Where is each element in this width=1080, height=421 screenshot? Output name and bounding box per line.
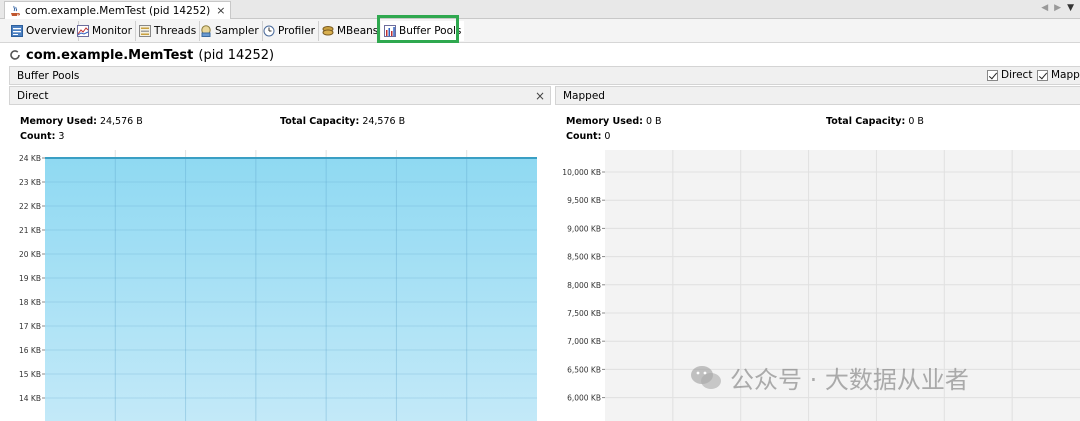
direct-panel: Direct × Memory Used: 24,576 B Total Cap… [9,86,551,421]
tab-label: MBeans [337,25,379,37]
watermark: 公众号 · 大数据从业者 [690,360,969,395]
y-tick-label: 10,000 KB [562,168,601,177]
tab-mbeans[interactable]: MBeans [319,21,383,41]
tab-profiler[interactable]: Profiler [260,21,319,41]
mapped-checkbox[interactable]: Mappe [1037,69,1080,81]
y-tick-label: 14 KB [19,394,41,403]
y-tick-label: 24 KB [19,154,41,163]
checkbox-checked-icon [987,69,998,81]
direct-checkbox[interactable]: Direct [987,69,1032,81]
checkbox-checked-icon [1037,69,1048,81]
tab-threads[interactable]: Threads [136,21,201,41]
profiler-icon [263,25,275,37]
page-title: com.example.MemTest (pid 14252) [9,46,274,64]
y-tick-label: 18 KB [19,298,41,307]
stat-label: Memory Used: [566,116,643,127]
tab-list-dropdown-icon[interactable]: ▼ [1067,3,1074,13]
mapped-panel-header: Mapped [555,86,1080,105]
stat-value: 0 [604,131,611,142]
mapped-count: Count: 0 [566,131,610,142]
y-tick-label: 9,500 KB [567,196,601,205]
document-tab-title: com.example.MemTest (pid 14252) [25,4,211,17]
document-tab[interactable]: com.example.MemTest (pid 14252) × [4,1,232,19]
refresh-icon [9,49,21,61]
y-tick-label: 8,500 KB [567,253,601,262]
mapped-memory-used: Memory Used: 0 B [566,116,662,127]
y-tick-label: 7,500 KB [567,309,601,318]
app-name: com.example.MemTest [26,47,194,63]
stat-value: 0 B [908,116,924,127]
y-tick-label: 8,000 KB [567,281,601,290]
document-tab-close-button[interactable]: × [216,4,225,17]
buffer-pools-title: Buffer Pools [17,69,80,82]
direct-chart: 24 KB 23 KB 22 KB 21 KB 20 KB 19 KB 18 KB 17 KB… [19,150,537,421]
stat-value: 0 B [645,116,662,127]
y-tick-label: 23 KB [19,178,41,187]
overview-icon [11,25,23,37]
y-tick-label: 15 KB [19,370,41,379]
mapped-total-capacity: Total Capacity: 0 B [826,116,924,127]
checkbox-label: Direct [1001,69,1033,81]
y-tick-label: 16 KB [19,346,41,355]
tab-navigation: ◀ ▶ ▼ [1041,3,1074,13]
direct-panel-header: Direct × [9,86,551,105]
stat-label: Count: [20,131,56,142]
sampler-icon [200,25,212,37]
stat-label: Total Capacity: [280,116,360,127]
watermark-text: 公众号 · 大数据从业者 [730,366,969,394]
y-tick-label: 21 KB [19,226,41,235]
checkbox-label: Mappe [1051,69,1080,81]
view-tab-toolbar: Overview Monitor Threads Sampler Profile… [0,19,1080,43]
stat-value: 24,576 B [362,116,406,127]
buffer-pools-header: Buffer Pools [9,66,1080,85]
y-tick-label: 7,000 KB [567,337,601,346]
direct-memory-used: Memory Used: 24,576 B [20,116,143,127]
y-tick-label: 6,500 KB [567,365,601,374]
y-tick-label: 9,000 KB [567,224,601,233]
stat-label: Total Capacity: [826,116,906,127]
stat-value: 3 [58,131,65,142]
monitor-icon [77,25,89,37]
tab-label: Profiler [278,25,315,37]
threads-icon [139,25,151,37]
tab-overview[interactable]: Overview [8,21,80,41]
tab-label: Overview [26,25,76,37]
buffer-pools-highlight-box [377,15,459,43]
tab-monitor[interactable]: Monitor [74,21,136,41]
tab-label: Monitor [92,25,132,37]
direct-total-capacity: Total Capacity: 24,576 B [280,116,405,127]
mbeans-icon [322,25,334,37]
wechat-icon [691,365,721,389]
tab-label: Sampler [215,25,259,37]
y-tick-label: 20 KB [19,250,41,259]
y-tick-label: 17 KB [19,322,41,331]
stat-label: Count: [566,131,602,142]
direct-count: Count: 3 [20,131,64,142]
y-tick-label: 19 KB [19,274,41,283]
java-app-icon [9,5,21,17]
y-tick-label: 6,000 KB [567,394,601,403]
scroll-right-icon[interactable]: ▶ [1054,3,1061,13]
direct-panel-close-button[interactable]: × [535,89,545,103]
app-pid: (pid 14252) [198,47,275,63]
stat-value: 24,576 B [99,116,143,127]
mapped-panel-title: Mapped [563,89,605,102]
tab-label: Threads [154,25,197,37]
document-tab-strip: com.example.MemTest (pid 14252) × ◀ ▶ ▼ [0,0,1080,19]
area-fill [45,158,537,421]
stat-label: Memory Used: [20,116,97,127]
tab-sampler[interactable]: Sampler [197,21,263,41]
y-tick-label: 22 KB [19,202,41,211]
scroll-left-icon[interactable]: ◀ [1041,3,1048,13]
direct-panel-title: Direct [17,89,49,102]
